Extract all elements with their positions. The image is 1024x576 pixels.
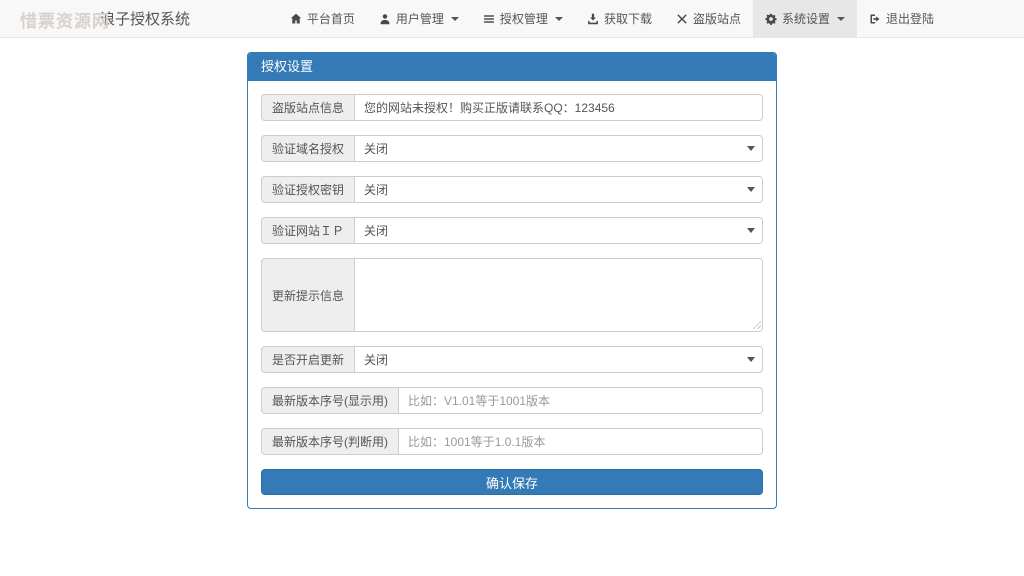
field-control: 关闭 [354,135,763,162]
verify-domain-select[interactable]: 关闭 [354,135,763,162]
site-watermark: 惜票资源网 [20,12,110,31]
field-label-verify-domain: 验证域名授权 [261,135,355,162]
nav-item-users[interactable]: 用户管理 [367,0,471,37]
list-icon [483,13,495,25]
navbar-menu: 平台首页 用户管理 授权管理 获取下载 盗版站点 系统设置 退出登陆 [278,0,946,37]
nav-item-label: 系统设置 [781,12,830,26]
field-label-pirate-info: 盗版站点信息 [261,94,355,121]
download-icon [587,13,599,25]
field-label-update-enable: 是否开启更新 [261,346,355,373]
nav-item-label: 获取下载 [603,12,652,26]
field-label-ver-display: 最新版本序号(显示用) [261,387,398,414]
form-row-verify-ip: 验证网站ＩＰ 关闭 [261,217,763,244]
verify-ip-select[interactable]: 关闭 [354,217,763,244]
form-row-update-msg: 更新提示信息 [261,258,763,332]
navbar-brand[interactable]: 浪子授权系统 [100,0,190,37]
nav-item-auth[interactable]: 授权管理 [471,0,575,37]
ver-judge-input[interactable] [398,428,763,455]
field-label-update-msg: 更新提示信息 [261,258,355,332]
close-icon [676,13,688,25]
nav-item-home[interactable]: 平台首页 [278,0,367,37]
main-container: 授权设置 盗版站点信息验证域名授权关闭验证授权密钥关闭验证网站ＩＰ关闭更新提示信… [247,52,777,509]
field-control: 关闭 [354,217,763,244]
navbar: 惜票资源网 浪子授权系统 平台首页 用户管理 授权管理 获取下载 盗版站点 系统设置 退出登… [0,0,1024,38]
home-icon [290,13,302,25]
field-label-verify-key: 验证授权密钥 [261,176,355,203]
verify-key-select[interactable]: 关闭 [354,176,763,203]
field-control [398,387,763,414]
auth-form: 盗版站点信息验证域名授权关闭验证授权密钥关闭验证网站ＩＰ关闭更新提示信息是否开启… [248,81,776,508]
nav-item-label: 平台首页 [306,12,355,26]
caret-down-icon [450,16,459,21]
form-row-ver-display: 最新版本序号(显示用) [261,387,763,414]
field-label-ver-judge: 最新版本序号(判断用) [261,428,398,455]
nav-item-label: 盗版站点 [692,12,741,26]
update-enable-select[interactable]: 关闭 [354,346,763,373]
form-row-pirate-info: 盗版站点信息 [261,94,763,121]
update-msg-textarea[interactable] [354,258,763,332]
nav-item-pirate[interactable]: 盗版站点 [664,0,753,37]
pirate-info-input[interactable] [354,94,763,121]
nav-item-download[interactable]: 获取下载 [575,0,664,37]
field-control: 关闭 [354,346,763,373]
caret-down-icon [836,16,845,21]
ver-display-input[interactable] [398,387,763,414]
field-control [354,94,763,121]
field-label-verify-ip: 验证网站ＩＰ [261,217,355,244]
field-control [354,258,763,332]
form-row-ver-judge: 最新版本序号(判断用) [261,428,763,455]
save-button[interactable]: 确认保存 [261,469,763,495]
panel-title: 授权设置 [248,53,776,81]
field-control [398,428,763,455]
caret-down-icon [554,16,563,21]
nav-item-label: 退出登陆 [885,12,934,26]
auth-settings-panel: 授权设置 盗版站点信息验证域名授权关闭验证授权密钥关闭验证网站ＩＰ关闭更新提示信… [247,52,777,509]
field-control: 关闭 [354,176,763,203]
nav-item-logout[interactable]: 退出登陆 [857,0,946,37]
gear-icon [765,13,777,25]
nav-item-label: 授权管理 [499,12,548,26]
nav-item-label: 用户管理 [395,12,444,26]
form-row-verify-domain: 验证域名授权 关闭 [261,135,763,162]
user-icon [379,13,391,25]
nav-item-settings[interactable]: 系统设置 [752,0,857,37]
form-row-verify-key: 验证授权密钥 关闭 [261,176,763,203]
form-row-update-enable: 是否开启更新 关闭 [261,346,763,373]
sign-out-icon [869,13,881,25]
